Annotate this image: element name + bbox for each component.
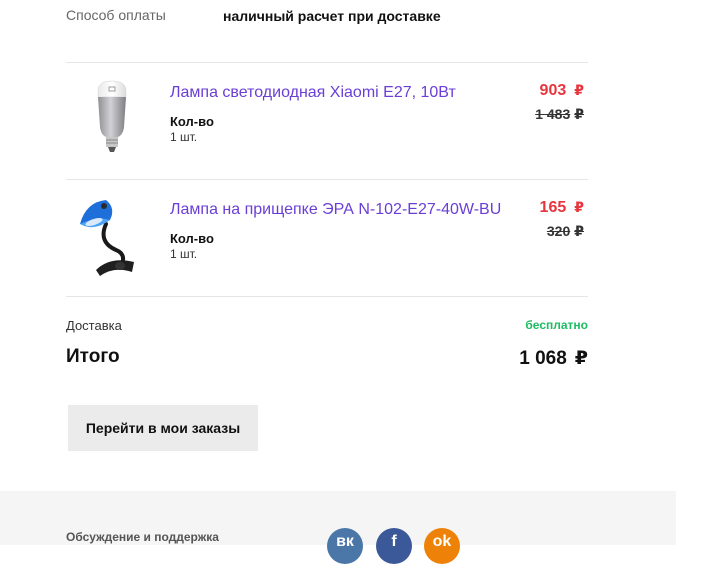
odnoklassniki-glyph: ok [432, 533, 452, 550]
price-amount: 903 [539, 82, 567, 99]
total-value: 1 068 ₽ [519, 347, 588, 370]
go-to-my-orders-button[interactable]: Перейти в мои заказы [68, 405, 258, 451]
current-price: 165 ₽ [540, 199, 584, 217]
delivery-label: Доставка [66, 318, 122, 333]
facebook-glyph: f [391, 533, 397, 550]
odnoklassniki-icon[interactable]: ok [424, 528, 460, 564]
support-title: Обсуждение и поддержка [66, 530, 219, 544]
order-item: Лампа на прищепке ЭРА N-102-E27-40W-BU К… [66, 180, 588, 296]
vk-icon[interactable]: вк [327, 528, 363, 564]
quantity-label: Кол-во [170, 231, 214, 246]
ruble-sign: ₽ [574, 348, 588, 369]
ruble-sign: ₽ [574, 199, 584, 215]
ruble-sign: ₽ [574, 106, 584, 122]
old-price: 320 ₽ [547, 223, 584, 240]
quantity-label: Кол-во [170, 114, 214, 129]
ruble-sign: ₽ [574, 82, 584, 98]
product-link[interactable]: Лампа светодиодная Xiaomi E27, 10Вт [170, 84, 456, 102]
quantity-value: 1 шт. [170, 247, 198, 261]
facebook-icon[interactable]: f [376, 528, 412, 564]
led-bulb-icon[interactable] [76, 77, 148, 161]
vk-glyph: вк [336, 533, 354, 550]
quantity-value: 1 шт. [170, 130, 198, 144]
price-amount: 165 [539, 199, 567, 216]
old-price-amount: 1 483 [535, 106, 571, 122]
ruble-sign: ₽ [574, 223, 584, 239]
old-price: 1 483 ₽ [535, 106, 584, 123]
order-item: Лампа светодиодная Xiaomi E27, 10Вт Кол-… [66, 63, 588, 179]
clip-desk-lamp-icon[interactable] [76, 194, 148, 278]
current-price: 903 ₽ [540, 82, 584, 100]
old-price-amount: 320 [546, 223, 571, 239]
payment-method-label: Способ оплаты [66, 7, 166, 23]
payment-method-value: наличный расчет при доставке [223, 8, 441, 24]
footer: Обсуждение и поддержка вк f ok [0, 491, 676, 564]
total-amount: 1 068 [519, 348, 567, 369]
delivery-value: бесплатно [525, 318, 588, 332]
divider [66, 296, 588, 297]
product-link[interactable]: Лампа на прищепке ЭРА N-102-E27-40W-BU [170, 201, 501, 219]
total-label: Итого [66, 346, 120, 367]
